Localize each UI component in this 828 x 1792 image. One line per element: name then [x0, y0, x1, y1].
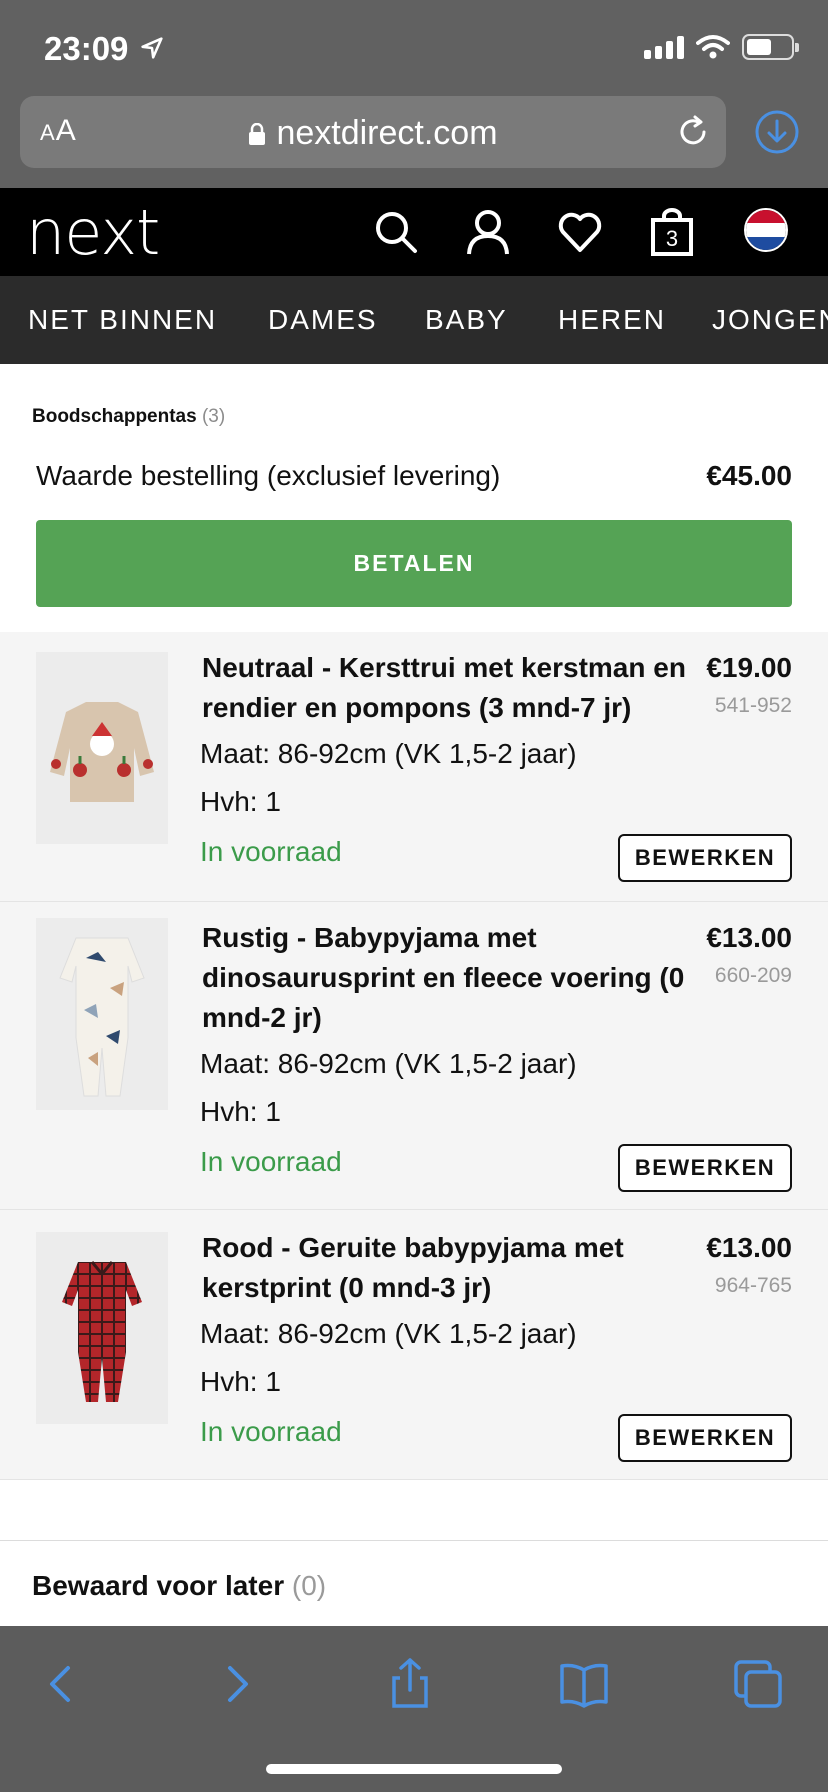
- item-stock-status: In voorraad: [200, 836, 342, 867]
- item-name[interactable]: Rustig - Babypyjama met dinosaurusprint …: [202, 918, 692, 1038]
- item-size: Maat: 86-92cm (VK 1,5-2 jaar): [200, 1048, 577, 1079]
- signal-icon: [644, 35, 684, 59]
- address-bar[interactable]: AA nextdirect.com: [20, 96, 726, 168]
- list-item: Rood - Geruite babypyjama met kerstprint…: [0, 1210, 828, 1480]
- pay-button[interactable]: BETALEN: [36, 520, 792, 607]
- url-text[interactable]: nextdirect.com: [20, 114, 726, 153]
- reload-icon[interactable]: [674, 112, 712, 150]
- item-qty: Hvh: 1: [200, 786, 281, 817]
- nav-item-heren[interactable]: HEREN: [558, 304, 666, 336]
- edit-button[interactable]: BEWERKEN: [618, 1144, 792, 1192]
- item-stock-status: In voorraad: [200, 1416, 342, 1447]
- product-image-sweater[interactable]: [36, 652, 168, 844]
- item-stock-status: In voorraad: [200, 1146, 342, 1177]
- item-qty: Hvh: 1: [200, 1366, 281, 1397]
- search-icon[interactable]: [372, 208, 420, 256]
- nav-item-jongen[interactable]: JONGEN: [712, 304, 828, 336]
- home-indicator: [266, 1764, 562, 1774]
- item-name[interactable]: Neutraal - Kersttrui met kerstman en ren…: [202, 648, 692, 728]
- product-image-pajama-check[interactable]: [36, 1232, 168, 1424]
- item-size: Maat: 86-92cm (VK 1,5-2 jaar): [200, 1318, 577, 1349]
- browser-top-bar: 23:09 AA nextdirect.com: [0, 0, 828, 188]
- divider: [0, 1540, 828, 1541]
- item-price: €13.00: [706, 922, 792, 953]
- saved-for-later-heading[interactable]: Bewaard voor later (0): [32, 1570, 326, 1602]
- item-price: €19.00: [706, 652, 792, 683]
- nav-item-baby[interactable]: BABY: [425, 304, 508, 336]
- item-code: 964-765: [714, 1274, 792, 1297]
- back-icon[interactable]: [34, 1656, 90, 1712]
- download-icon[interactable]: [754, 109, 800, 155]
- battery-icon: [742, 34, 799, 60]
- list-item: Neutraal - Kersttrui met kerstman en ren…: [0, 632, 828, 902]
- edit-button[interactable]: BEWERKEN: [618, 834, 792, 882]
- account-icon[interactable]: [464, 208, 512, 256]
- item-size: Maat: 86-92cm (VK 1,5-2 jaar): [200, 738, 577, 769]
- item-qty: Hvh: 1: [200, 1096, 281, 1127]
- item-code: 541-952: [714, 694, 792, 717]
- heart-icon[interactable]: [556, 208, 604, 256]
- saved-count: (0): [291, 1570, 327, 1601]
- nav-item-dames[interactable]: DAMES: [268, 304, 378, 336]
- item-code: 660-209: [714, 964, 792, 987]
- bag-count: 3: [665, 226, 679, 251]
- list-item: Rustig - Babypyjama met dinosaurusprint …: [0, 902, 828, 1210]
- edit-button[interactable]: BEWERKEN: [618, 1414, 792, 1462]
- bag-title: Boodschappentas (3): [32, 406, 226, 427]
- bag-icon[interactable]: 3: [648, 208, 696, 256]
- wifi-icon: [696, 35, 730, 59]
- item-name[interactable]: Rood - Geruite babypyjama met kerstprint…: [202, 1228, 692, 1308]
- bookmarks-icon[interactable]: [556, 1656, 612, 1712]
- forward-icon[interactable]: [208, 1656, 264, 1712]
- next-logo[interactable]: next: [26, 196, 160, 269]
- location-arrow-icon: [141, 37, 163, 59]
- bag-title-count: (3): [201, 406, 226, 427]
- share-icon[interactable]: [382, 1656, 438, 1712]
- item-price: €13.00: [706, 1232, 792, 1263]
- lock-icon: [249, 123, 266, 145]
- site-header: next 3: [0, 188, 828, 276]
- tabs-icon[interactable]: [730, 1656, 786, 1712]
- order-value-label: Waarde bestelling (exclusief levering): [36, 460, 501, 491]
- product-image-pajama-dino[interactable]: [36, 918, 168, 1110]
- nav-item-net-binnen[interactable]: NET BINNEN: [28, 304, 217, 336]
- order-value: €45.00: [706, 460, 792, 491]
- category-nav: NET BINNEN DAMES BABY HEREN JONGEN: [0, 276, 828, 364]
- flag-nl-icon[interactable]: [744, 208, 788, 252]
- status-time: 23:09: [44, 30, 129, 67]
- status-icons: [644, 34, 799, 60]
